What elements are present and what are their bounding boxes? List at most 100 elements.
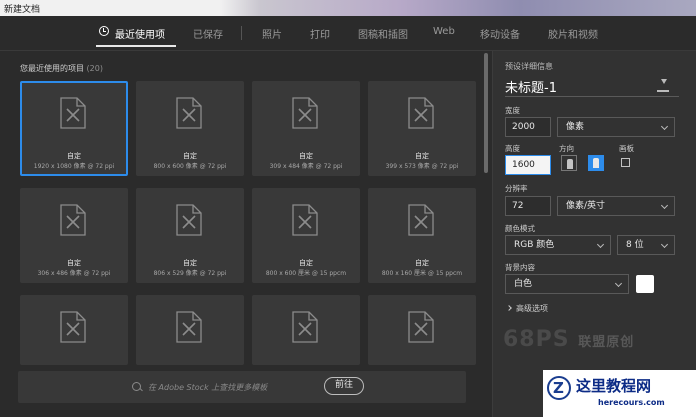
go-button[interactable]: 前往	[324, 377, 364, 395]
document-icon	[176, 204, 202, 236]
recent-item-dimensions: 800 x 600 像素 @ 72 ppi	[153, 163, 227, 170]
site-title: 这里教程网	[576, 377, 652, 395]
recent-item-name: 自定	[67, 152, 81, 160]
height-field[interactable]: 1600	[505, 155, 551, 175]
stock-search-bar: 在 Adobe Stock 上查找更多模板 前往	[18, 371, 466, 403]
recent-item-name: 自定	[415, 259, 429, 267]
name-underline	[505, 96, 679, 97]
watermark-ps-text: 68PS	[503, 327, 570, 352]
recent-item-dimensions: 800 x 160 厘米 @ 15 ppcm	[381, 270, 463, 277]
save-preset-icon[interactable]	[657, 79, 669, 92]
tab-web[interactable]: Web	[433, 26, 455, 37]
recent-item-name: 自定	[67, 259, 81, 267]
recent-item-card[interactable]	[136, 295, 244, 365]
recent-item-dimensions: 306 x 486 像素 @ 72 ppi	[37, 270, 111, 277]
recent-item-card[interactable]	[20, 295, 128, 365]
document-icon	[176, 311, 202, 343]
color-mode-value: RGB 颜色	[514, 240, 555, 250]
height-label: 高度	[505, 144, 520, 153]
tab-art-illustration[interactable]: 图稿和插图	[358, 26, 408, 41]
category-tabs: 最近使用项 已保存 照片 打印 图稿和插图 Web 移动设备 胶片和视频	[0, 16, 696, 50]
document-icon	[60, 311, 86, 343]
orientation-label: 方向	[559, 144, 574, 153]
chevron-down-icon	[660, 240, 669, 249]
document-icon	[408, 204, 434, 236]
recent-item-dimensions: 1920 x 1080 像素 @ 72 ppi	[33, 163, 115, 170]
resolution-unit-select[interactable]: 像素/英寸	[557, 196, 675, 216]
artboard-label: 画板	[619, 144, 634, 153]
width-unit-value: 像素	[566, 122, 585, 132]
portrait-orientation-button[interactable]	[561, 155, 577, 171]
recent-item-card[interactable]	[368, 295, 476, 365]
chevron-down-icon	[660, 201, 669, 210]
background-value: 白色	[514, 279, 533, 289]
artboard-checkbox[interactable]	[621, 158, 630, 167]
resolution-label: 分辨率	[505, 184, 528, 193]
active-tab-indicator	[96, 45, 176, 47]
recent-count: (20)	[86, 64, 103, 73]
chevron-down-icon	[614, 279, 623, 288]
recent-item-name: 自定	[299, 259, 313, 267]
scrollbar-thumb[interactable]	[484, 53, 488, 173]
document-icon	[60, 97, 86, 129]
background-label: 背景内容	[505, 263, 535, 272]
resolution-unit-value: 像素/英寸	[566, 201, 606, 211]
recent-item-name: 自定	[183, 152, 197, 160]
document-icon	[60, 204, 86, 236]
document-icon	[176, 97, 202, 129]
watermark-ps-sub: 联盟原创	[578, 335, 635, 350]
preset-details-panel: 预设详细信息 未标题-1 宽度 2000 像素 高度 1600 方向 画板 分辨…	[492, 51, 696, 417]
recent-item-card[interactable]: 自定 800 x 600 像素 @ 72 ppi	[136, 81, 244, 176]
site-logo-icon	[547, 376, 571, 400]
document-icon	[292, 311, 318, 343]
recent-item-card[interactable]: 自定 306 x 486 像素 @ 72 ppi	[20, 188, 128, 283]
recent-item-dimensions: 806 x 529 像素 @ 72 ppi	[153, 270, 227, 277]
resolution-field[interactable]: 72	[505, 196, 551, 216]
background-color-swatch[interactable]	[636, 275, 654, 293]
chevron-down-icon	[660, 122, 669, 131]
document-icon	[292, 97, 318, 129]
tab-saved[interactable]: 已保存	[193, 26, 223, 41]
tab-separator	[241, 26, 242, 40]
recent-item-card[interactable]: 自定 800 x 160 厘米 @ 15 ppcm	[368, 188, 476, 283]
recent-item-card[interactable]: 自定 806 x 529 像素 @ 72 ppi	[136, 188, 244, 283]
recent-item-card[interactable]: 自定 800 x 600 厘米 @ 15 ppcm	[252, 188, 360, 283]
recent-item-card[interactable]: 自定 309 x 484 像素 @ 72 ppi	[252, 81, 360, 176]
background-select[interactable]: 白色	[505, 274, 629, 294]
search-icon	[132, 382, 141, 391]
color-mode-label: 颜色模式	[505, 224, 535, 233]
stock-search-input[interactable]: 在 Adobe Stock 上查找更多模板	[148, 382, 267, 393]
chevron-down-icon	[596, 240, 605, 249]
watermark-68ps: 68PS 联盟原创	[503, 327, 634, 352]
recent-item-name: 自定	[183, 259, 197, 267]
window-title: 新建文档	[4, 5, 41, 15]
bit-depth-value: 8 位	[626, 240, 644, 250]
width-label: 宽度	[505, 106, 520, 115]
document-icon	[408, 311, 434, 343]
tab-print[interactable]: 打印	[310, 26, 330, 41]
recent-title: 您最近使用的项目	[20, 64, 84, 73]
recent-heading: 您最近使用的项目 (20)	[20, 63, 103, 74]
tab-photo[interactable]: 照片	[262, 26, 282, 41]
recent-panel: 您最近使用的项目 (20) 自定 1920 x 1080 像素 @ 72 ppi 自…	[0, 51, 492, 417]
title-bar: 新建文档	[0, 0, 696, 16]
color-mode-select[interactable]: RGB 颜色	[505, 235, 611, 255]
bit-depth-select[interactable]: 8 位	[617, 235, 675, 255]
tab-recent[interactable]: 最近使用项	[115, 26, 165, 41]
width-unit-select[interactable]: 像素	[557, 117, 675, 137]
preset-heading: 预设详细信息	[505, 62, 553, 71]
width-field[interactable]: 2000	[505, 117, 551, 137]
landscape-orientation-button[interactable]	[588, 155, 604, 171]
recent-item-card[interactable]	[252, 295, 360, 365]
landscape-icon	[593, 158, 599, 168]
site-watermark: 这里教程网 herecours.com	[543, 370, 696, 417]
document-name-field[interactable]: 未标题-1	[505, 77, 557, 96]
recent-item-name: 自定	[415, 152, 429, 160]
site-url: herecours.com	[598, 398, 665, 407]
recent-item-card[interactable]: 自定 1920 x 1080 像素 @ 72 ppi	[20, 81, 128, 176]
recent-item-card[interactable]: 自定 399 x 573 像素 @ 72 ppi	[368, 81, 476, 176]
advanced-options-toggle[interactable]: 高级选项	[507, 303, 548, 314]
tab-film-video[interactable]: 胶片和视频	[548, 26, 598, 41]
tab-mobile[interactable]: 移动设备	[480, 26, 520, 41]
portrait-icon	[567, 159, 573, 169]
